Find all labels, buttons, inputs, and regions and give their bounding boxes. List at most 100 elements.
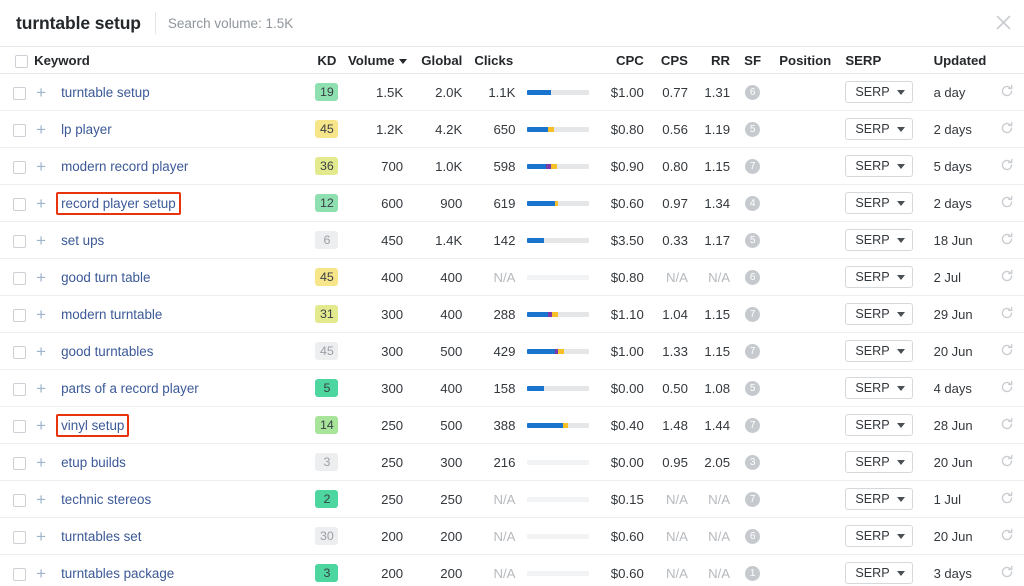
add-keyword-icon[interactable]: + (30, 232, 52, 249)
row-checkbox[interactable] (13, 234, 26, 248)
serp-button[interactable]: SERP (845, 377, 913, 399)
add-keyword-icon[interactable]: + (30, 158, 52, 175)
table-row[interactable]: + modern turntable 31 300 400 288 $1.10 1.04 1.1… (0, 295, 1024, 333)
add-keyword-icon[interactable]: + (30, 306, 52, 323)
keyword-link[interactable]: good turn table (56, 266, 155, 289)
column-header-serp[interactable]: SERP (841, 46, 928, 74)
table-row[interactable]: + lp player 45 1.2K 4.2K 650 $0.80 0.56 1.19 5 SER… (0, 110, 1024, 148)
add-keyword-icon[interactable]: + (30, 454, 52, 471)
table-row[interactable]: + etup builds 3 250 300 216 $0.00 0.95 2.05 3 SERP… (0, 443, 1024, 481)
table-row[interactable]: + modern record player 36 700 1.0K 598 $0.90 0.… (0, 147, 1024, 185)
keyword-link[interactable]: good turntables (56, 340, 158, 363)
row-checkbox[interactable] (13, 271, 26, 285)
refresh-button[interactable] (1000, 565, 1014, 582)
table-row[interactable]: + good turn table 45 400 400 N/A $0.80 N/A N/A 6 S… (0, 258, 1024, 296)
refresh-button[interactable] (1000, 158, 1014, 175)
column-header-keyword[interactable]: Keyword (30, 46, 306, 74)
row-checkbox[interactable] (13, 419, 26, 433)
refresh-button[interactable] (1000, 417, 1014, 434)
table-row[interactable]: + parts of a record player 5 300 400 158 $0.00… (0, 369, 1024, 407)
add-keyword-icon[interactable]: + (30, 269, 52, 286)
serp-button[interactable]: SERP (845, 155, 913, 177)
row-checkbox[interactable] (13, 456, 26, 470)
keyword-link[interactable]: record player setup (56, 191, 181, 215)
serp-button[interactable]: SERP (845, 451, 913, 473)
serp-button[interactable]: SERP (845, 118, 913, 140)
table-row[interactable]: + vinyl setup 14 250 500 388 $0.40 1.48 1.44 7 SER… (0, 406, 1024, 444)
refresh-button[interactable] (1000, 195, 1014, 212)
column-header-rr[interactable]: RR (693, 46, 737, 74)
refresh-button[interactable] (1000, 528, 1014, 545)
add-keyword-icon[interactable]: + (30, 84, 52, 101)
row-checkbox[interactable] (13, 123, 26, 137)
add-keyword-icon[interactable]: + (30, 417, 52, 434)
table-row[interactable]: + good turntables 45 300 500 429 $1.00 1.33 1.15… (0, 332, 1024, 370)
table-row[interactable]: + turntable setup 19 1.5K 2.0K 1.1K $1.00 0.77 1… (0, 73, 1024, 111)
row-checkbox[interactable] (13, 197, 26, 211)
serp-button[interactable]: SERP (845, 525, 913, 547)
refresh-button[interactable] (1000, 84, 1014, 101)
row-checkbox[interactable] (13, 86, 26, 100)
keyword-link[interactable]: set ups (56, 229, 109, 252)
keyword-link[interactable]: turntables set (56, 525, 146, 548)
serp-button[interactable]: SERP (845, 266, 913, 288)
column-header-cpc[interactable]: CPC (591, 46, 650, 74)
serp-button[interactable]: SERP (845, 303, 913, 325)
serp-button[interactable]: SERP (845, 414, 913, 436)
refresh-cell (989, 258, 1024, 296)
add-keyword-icon[interactable]: + (30, 380, 52, 397)
refresh-button[interactable] (1000, 380, 1014, 397)
keyword-link[interactable]: etup builds (56, 451, 131, 474)
serp-button[interactable]: SERP (845, 81, 913, 103)
row-checkbox[interactable] (13, 382, 26, 396)
table-row[interactable]: + turntables package 3 200 200 N/A $0.60 N/A N/A… (0, 554, 1024, 586)
add-keyword-icon[interactable]: + (30, 528, 52, 545)
column-header-clicks[interactable]: Clicks (468, 46, 522, 74)
row-checkbox[interactable] (13, 493, 26, 507)
table-row[interactable]: + technic stereos 2 250 250 N/A $0.15 N/A N/A 7 SE… (0, 480, 1024, 518)
add-keyword-icon[interactable]: + (30, 195, 52, 212)
add-keyword-icon[interactable]: + (30, 121, 52, 138)
refresh-button[interactable] (1000, 454, 1014, 471)
table-row[interactable]: + turntables set 30 200 200 N/A $0.60 N/A N/A 6 SE… (0, 517, 1024, 555)
table-row[interactable]: + record player setup 12 600 900 619 $0.60 0.97… (0, 184, 1024, 222)
row-checkbox[interactable] (13, 308, 26, 322)
serp-button[interactable]: SERP (845, 488, 913, 510)
refresh-button[interactable] (1000, 491, 1014, 508)
keyword-link[interactable]: turntables package (56, 562, 179, 585)
serp-button[interactable]: SERP (845, 192, 913, 214)
column-header-volume[interactable]: Volume (347, 46, 412, 74)
keyword-link[interactable]: turntable setup (56, 81, 155, 104)
add-keyword-icon[interactable]: + (30, 491, 52, 508)
column-header-global[interactable]: Global (411, 46, 469, 74)
refresh-button[interactable] (1000, 232, 1014, 249)
column-header-position[interactable]: Position (769, 46, 842, 74)
refresh-button[interactable] (1000, 269, 1014, 286)
keyword-link[interactable]: modern record player (56, 155, 193, 178)
add-keyword-icon[interactable]: + (30, 565, 52, 582)
serp-button[interactable]: SERP (845, 340, 913, 362)
column-header-sf[interactable]: SF (736, 46, 770, 74)
table-row[interactable]: + set ups 6 450 1.4K 142 $3.50 0.33 1.17 5 SERP 18 … (0, 221, 1024, 259)
refresh-button[interactable] (1000, 343, 1014, 360)
row-checkbox[interactable] (13, 567, 26, 581)
refresh-button[interactable] (1000, 306, 1014, 323)
column-header-updated[interactable]: Updated (927, 46, 990, 74)
keyword-link[interactable]: technic stereos (56, 488, 156, 511)
add-keyword-icon[interactable]: + (30, 343, 52, 360)
serp-button[interactable]: SERP (845, 229, 913, 251)
keyword-link[interactable]: vinyl setup (56, 413, 130, 437)
select-all-checkbox[interactable] (15, 54, 29, 68)
serp-button[interactable]: SERP (845, 562, 913, 584)
keyword-link[interactable]: lp player (56, 118, 117, 141)
refresh-button[interactable] (1000, 121, 1014, 138)
clicks-bar (527, 459, 590, 465)
keyword-link[interactable]: modern turntable (56, 303, 167, 326)
row-checkbox[interactable] (13, 345, 26, 359)
column-header-cps[interactable]: CPS (649, 46, 694, 74)
column-header-kd[interactable]: KD (305, 46, 348, 74)
keyword-link[interactable]: parts of a record player (56, 377, 204, 400)
row-checkbox[interactable] (13, 160, 26, 174)
row-checkbox[interactable] (13, 530, 26, 544)
close-button[interactable] (990, 9, 1016, 35)
